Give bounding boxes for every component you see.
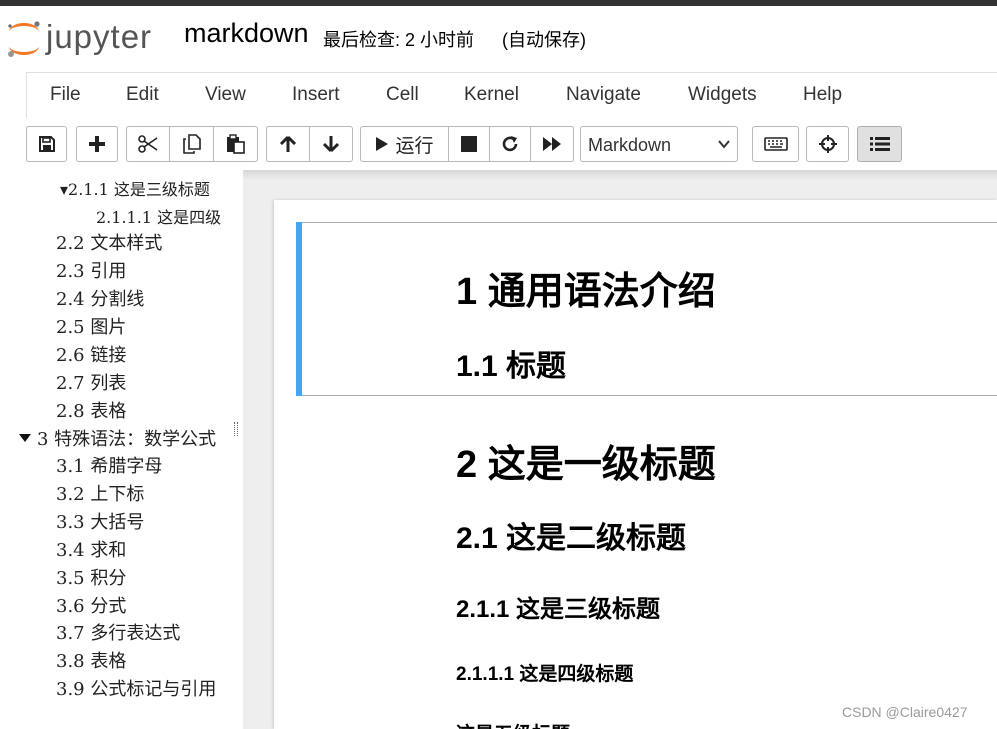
- stop-icon: [461, 136, 477, 152]
- sidebar-resize-handle[interactable]: [234, 422, 238, 436]
- cell-type-value: Markdown: [588, 135, 672, 155]
- notebook-name[interactable]: markdown: [184, 18, 309, 49]
- run-button[interactable]: 运行: [360, 126, 449, 162]
- copy-icon: [182, 134, 201, 154]
- play-icon: [376, 137, 389, 151]
- keyboard-icon: [763, 137, 788, 151]
- autosave-status: (自动保存): [502, 30, 586, 50]
- paste-icon: [226, 134, 245, 154]
- caret-down-icon[interactable]: [19, 434, 31, 442]
- save-icon: [38, 136, 55, 152]
- notebook-shadow: [243, 170, 997, 180]
- checkpoint-status: 最后检查: 2 小时前: [323, 30, 475, 50]
- menu-navigate[interactable]: Navigate: [566, 84, 641, 106]
- toc-item[interactable]: 2.6 链接: [56, 341, 126, 367]
- copy-button[interactable]: [169, 126, 214, 162]
- menu-file[interactable]: File: [50, 84, 81, 106]
- heading-h2: 1.1 标题: [456, 350, 567, 383]
- toc-item[interactable]: ▾2.1.1 这是三级标题: [60, 176, 210, 200]
- toc-item[interactable]: 2.5 图片: [56, 313, 126, 339]
- toc-item[interactable]: 3 特殊语法：数学公式: [37, 425, 216, 451]
- menu-help[interactable]: Help: [803, 84, 842, 106]
- paste-button[interactable]: [213, 126, 258, 162]
- heading-h5: 这是五级标题: [456, 719, 570, 729]
- interrupt-button[interactable]: [448, 126, 490, 162]
- command-palette-button[interactable]: [752, 126, 799, 162]
- heading-h1: 1 通用语法介绍: [456, 271, 716, 313]
- menu-edit[interactable]: Edit: [126, 84, 159, 106]
- logo-text: jupyter: [46, 18, 153, 55]
- run-label: 运行: [395, 135, 434, 157]
- insert-cell-button[interactable]: [76, 126, 118, 162]
- navigate-button[interactable]: [806, 126, 849, 162]
- toc-sidebar: ▾2.1.1 这是三级标题 2.1.1.1 这是四级 2.2 文本样式 2.3 …: [0, 170, 243, 729]
- heading-h3: 2.1.1 这是三级标题: [456, 596, 661, 623]
- move-up-button[interactable]: [266, 126, 310, 162]
- cell-type-select[interactable]: Markdown: [580, 126, 738, 162]
- toc-item[interactable]: 3.1 希腊字母: [56, 452, 162, 478]
- toc-item[interactable]: 2.8 表格: [56, 397, 126, 423]
- heading-h1: 2 这是一级标题: [456, 444, 716, 486]
- toc-item[interactable]: 3.5 积分: [56, 564, 126, 590]
- list-icon: [869, 137, 890, 151]
- watermark: CSDN @Claire0427: [842, 704, 968, 720]
- fast-forward-icon: [543, 137, 561, 151]
- menu-kernel[interactable]: Kernel: [464, 84, 519, 106]
- toc-item[interactable]: 3.3 大括号: [56, 508, 144, 534]
- toc-item[interactable]: 3.2 上下标: [56, 480, 144, 506]
- menu-cell[interactable]: Cell: [386, 84, 419, 106]
- toc-item[interactable]: 3.6 分式: [56, 592, 126, 618]
- crosshairs-icon: [818, 135, 837, 153]
- toc-item[interactable]: 2.1.1.1 这是四级: [96, 204, 221, 228]
- jupyter-logo-icon: [8, 21, 40, 57]
- heading-h4: 2.1.1.1 这是四级标题: [456, 664, 634, 685]
- menu-view[interactable]: View: [205, 84, 246, 106]
- toc-item[interactable]: 2.7 列表: [56, 369, 126, 395]
- move-down-button[interactable]: [309, 126, 353, 162]
- restart-run-all-button[interactable]: [530, 126, 574, 162]
- header: jupyter markdown 最后检查: 2 小时前 (自动保存): [0, 6, 997, 70]
- arrow-up-icon: [279, 135, 297, 152]
- chevron-down-icon: [718, 140, 730, 149]
- toolbar: 运行 Markdown: [0, 120, 997, 170]
- arrow-down-icon: [322, 136, 340, 153]
- toc-item[interactable]: 2.4 分割线: [56, 285, 144, 311]
- save-button[interactable]: [26, 126, 67, 162]
- toc-item[interactable]: 3.9 公式标记与引用: [56, 675, 216, 701]
- jupyter-logo[interactable]: jupyter: [4, 16, 164, 60]
- restart-button[interactable]: [489, 126, 531, 162]
- menu-widgets[interactable]: Widgets: [688, 84, 757, 106]
- plus-icon: [89, 136, 105, 152]
- menu-insert[interactable]: Insert: [292, 84, 340, 106]
- cut-button[interactable]: [126, 126, 170, 162]
- heading-h2: 2.1 这是二级标题: [456, 522, 687, 555]
- toc-item[interactable]: 3.4 求和: [56, 536, 126, 562]
- toc-item[interactable]: 3.8 表格: [56, 647, 126, 673]
- toc-toggle-button[interactable]: [857, 126, 902, 162]
- cell-selection-bar: [296, 222, 302, 396]
- scissors-icon: [138, 135, 158, 153]
- menubar: File Edit View Insert Cell Kernel Naviga…: [26, 72, 997, 118]
- toc-item[interactable]: 2.2 文本样式: [56, 229, 162, 255]
- refresh-icon: [502, 136, 518, 152]
- toc-item[interactable]: 2.3 引用: [56, 257, 126, 283]
- toc-item[interactable]: 3.7 多行表达式: [56, 619, 180, 645]
